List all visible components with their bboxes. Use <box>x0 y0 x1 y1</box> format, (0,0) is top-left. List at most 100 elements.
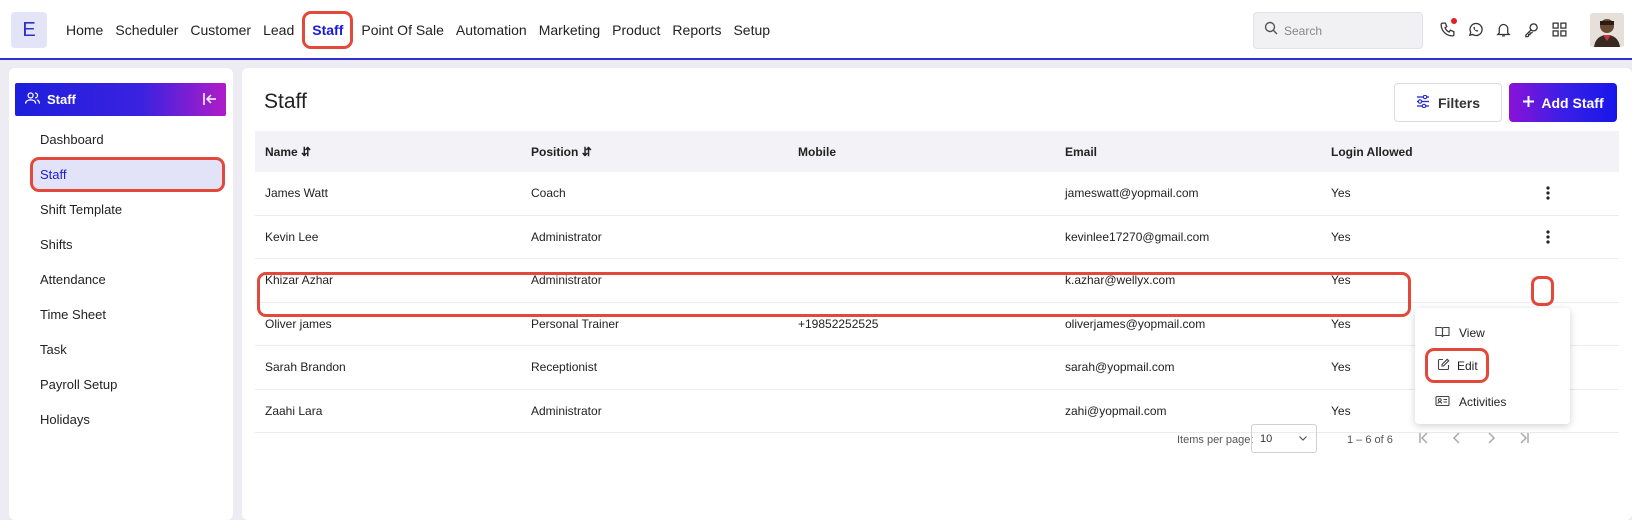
chevron-down-icon <box>1298 433 1308 446</box>
cell-position: Personal Trainer <box>531 316 620 331</box>
sidebar-item-payroll-setup[interactable]: Payroll Setup <box>30 367 225 402</box>
add-staff-button[interactable]: Add Staff <box>1509 83 1617 122</box>
collapse-sidebar-icon[interactable] <box>202 91 218 107</box>
sidebar-item-shifts[interactable]: Shifts <box>30 227 225 262</box>
nav-reports[interactable]: Reports <box>666 11 727 49</box>
page-size-select[interactable]: 10 <box>1251 424 1317 453</box>
table-row[interactable]: James Watt Coach jameswatt@yopmail.com Y… <box>255 172 1619 216</box>
cell-name: Khizar Azhar <box>265 273 334 288</box>
items-per-page-label: Items per page: <box>1177 434 1254 446</box>
nav-product[interactable]: Product <box>606 11 666 49</box>
menu-item-edit[interactable]: Edit <box>1425 348 1489 383</box>
nav-scheduler[interactable]: Scheduler <box>109 11 184 49</box>
cell-login: Yes <box>1331 316 1351 331</box>
main-content: Staff Filters Add Staff Name ⇵ Position … <box>242 68 1632 520</box>
menu-item-view[interactable]: View <box>1415 316 1570 350</box>
sidebar-item-shift-template[interactable]: Shift Template <box>30 192 225 227</box>
nav-automation[interactable]: Automation <box>450 11 533 49</box>
top-navbar: E Home Scheduler Customer Lead Staff Poi… <box>0 0 1632 60</box>
cell-name: James Watt <box>265 186 328 201</box>
cell-position: Coach <box>531 186 566 201</box>
col-mobile-header: Mobile <box>798 144 836 159</box>
last-page-icon[interactable] <box>1515 429 1533 447</box>
cell-position: Administrator <box>531 229 602 244</box>
nav-home[interactable]: Home <box>60 11 109 49</box>
edit-icon <box>1437 358 1450 374</box>
sidebar-item-staff[interactable]: Staff <box>30 157 225 192</box>
sidebar-item-attendance[interactable]: Attendance <box>30 262 225 297</box>
user-avatar[interactable] <box>1590 13 1624 47</box>
cell-mobile: +19852252525 <box>798 316 879 331</box>
cell-name: Kevin Lee <box>265 229 319 244</box>
book-open-icon <box>1435 326 1450 341</box>
sort-icon: ⇵ <box>581 144 592 159</box>
page-size-value: 10 <box>1260 432 1273 445</box>
previous-page-icon[interactable] <box>1448 429 1466 447</box>
sort-icon: ⇵ <box>301 144 312 159</box>
app-logo[interactable]: E <box>11 12 47 48</box>
sidebar: Staff Dashboard Staff Shift Template Shi… <box>9 68 233 520</box>
menu-label-activities: Activities <box>1459 395 1507 409</box>
nav-customer[interactable]: Customer <box>184 11 257 49</box>
bell-icon[interactable] <box>1494 18 1512 40</box>
cell-email: oliverjames@yopmail.com <box>1065 316 1206 331</box>
nav-setup[interactable]: Setup <box>727 11 776 49</box>
cell-name: Zaahi Lara <box>265 403 323 418</box>
cell-position: Administrator <box>531 403 602 418</box>
page-range-label: 1 – 6 of 6 <box>1347 434 1393 446</box>
filters-label: Filters <box>1437 94 1480 111</box>
table-row[interactable]: Kevin Lee Administrator kevinlee17270@gm… <box>255 216 1619 259</box>
more-vertical-icon[interactable] <box>1541 183 1555 203</box>
row-action-menu: View Edit Activities <box>1415 308 1570 424</box>
sidebar-item-time-sheet[interactable]: Time Sheet <box>30 297 225 332</box>
search-icon <box>1264 21 1278 40</box>
cell-login: Yes <box>1331 403 1351 418</box>
table-header: Name ⇵ Position ⇵ Mobile Email Login All… <box>255 131 1619 172</box>
col-email-header: Email <box>1065 144 1098 159</box>
sidebar-title: Staff <box>47 92 76 107</box>
staff-table: Name ⇵ Position ⇵ Mobile Email Login All… <box>255 131 1619 433</box>
sidebar-menu: Dashboard Staff Shift Template Shifts At… <box>30 122 225 437</box>
nav-staff[interactable]: Staff <box>302 11 354 49</box>
sidebar-item-holidays[interactable]: Holidays <box>30 402 225 437</box>
cell-email: zahi@yopmail.com <box>1065 403 1167 418</box>
users-icon <box>25 91 40 108</box>
nav-point-of-sale[interactable]: Point Of Sale <box>355 11 450 49</box>
sliders-icon <box>1416 94 1430 111</box>
whatsapp-icon[interactable] <box>1466 18 1484 40</box>
cell-position: Receptionist <box>531 360 598 375</box>
header-actions <box>1438 18 1568 40</box>
menu-item-activities[interactable]: Activities <box>1415 385 1570 419</box>
col-position-header[interactable]: Position ⇵ <box>531 145 592 159</box>
col-name-header[interactable]: Name ⇵ <box>265 145 311 159</box>
col-login-header: Login Allowed <box>1331 144 1413 159</box>
cell-email: jameswatt@yopmail.com <box>1065 186 1199 201</box>
first-page-icon[interactable] <box>1415 429 1433 447</box>
sidebar-header: Staff <box>15 83 226 116</box>
cell-login: Yes <box>1331 273 1351 288</box>
cell-login: Yes <box>1331 360 1351 375</box>
sidebar-item-task[interactable]: Task <box>30 332 225 367</box>
main-nav: Home Scheduler Customer Lead Staff Point… <box>60 11 776 49</box>
cell-name: Sarah Brandon <box>265 360 346 375</box>
table-row[interactable]: Khizar Azhar Administrator k.azhar@welly… <box>255 259 1619 303</box>
nav-marketing[interactable]: Marketing <box>533 11 606 49</box>
filters-button[interactable]: Filters <box>1394 83 1502 122</box>
next-page-icon[interactable] <box>1482 429 1500 447</box>
sidebar-item-dashboard[interactable]: Dashboard <box>30 122 225 157</box>
cell-email: kevinlee17270@gmail.com <box>1065 229 1210 244</box>
id-card-icon <box>1435 395 1450 410</box>
nav-lead[interactable]: Lead <box>257 11 300 49</box>
plus-icon <box>1522 95 1535 111</box>
key-icon[interactable] <box>1522 18 1540 40</box>
phone-icon[interactable] <box>1438 18 1457 40</box>
search-input[interactable] <box>1284 23 1414 38</box>
pagination: Items per page: 10 1 – 6 of 6 <box>255 420 1619 460</box>
add-staff-label: Add Staff <box>1541 94 1604 111</box>
cell-login: Yes <box>1331 229 1351 244</box>
more-vertical-icon[interactable] <box>1541 227 1555 247</box>
global-search[interactable] <box>1253 12 1423 49</box>
menu-label-edit: Edit <box>1457 358 1478 373</box>
apps-grid-icon[interactable] <box>1550 18 1568 40</box>
cell-position: Administrator <box>531 273 602 288</box>
